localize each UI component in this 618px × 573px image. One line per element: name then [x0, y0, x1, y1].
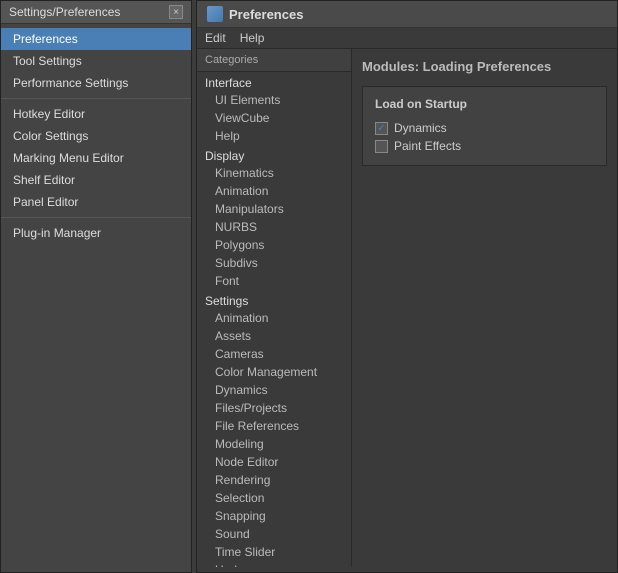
left-item-preferences[interactable]: Preferences	[1, 28, 191, 50]
checkbox-label-dynamics: Dynamics	[394, 121, 447, 135]
left-panel-items: PreferencesTool SettingsPerformance Sett…	[1, 24, 191, 248]
checkbox-dynamics[interactable]	[375, 122, 388, 135]
close-button[interactable]: ×	[169, 5, 183, 19]
content-area: Categories InterfaceUI ElementsViewCubeH…	[197, 49, 617, 567]
load-on-startup-section: Load on Startup Dynamics Paint Effects	[362, 86, 607, 166]
cat-item-font[interactable]: Font	[197, 272, 351, 290]
left-item-color-settings[interactable]: Color Settings	[1, 125, 191, 147]
cat-item-ui-elements[interactable]: UI Elements	[197, 91, 351, 109]
menu-item-edit[interactable]: Edit	[205, 31, 226, 45]
left-item-plug-in-manager[interactable]: Plug-in Manager	[1, 222, 191, 244]
cat-item-files/projects[interactable]: Files/Projects	[197, 399, 351, 417]
cat-item-manipulators[interactable]: Manipulators	[197, 200, 351, 218]
left-item-shelf-editor[interactable]: Shelf Editor	[1, 169, 191, 191]
left-item-panel-editor[interactable]: Panel Editor	[1, 191, 191, 213]
cat-item-node-editor[interactable]: Node Editor	[197, 453, 351, 471]
cat-item-undo[interactable]: Undo	[197, 561, 351, 567]
cat-group-interface[interactable]: Interface	[197, 72, 351, 91]
right-panel-title-text: Preferences	[229, 7, 303, 22]
right-panel-title: Preferences	[197, 1, 617, 28]
checkbox-paint-effects[interactable]	[375, 140, 388, 153]
cat-item-modeling[interactable]: Modeling	[197, 435, 351, 453]
cat-item-time-slider[interactable]: Time Slider	[197, 543, 351, 561]
cat-item-selection[interactable]: Selection	[197, 489, 351, 507]
cat-item-file-references[interactable]: File References	[197, 417, 351, 435]
menu-bar: Edit Help	[197, 28, 617, 49]
menu-item-help[interactable]: Help	[240, 31, 265, 45]
section-title: Modules: Loading Preferences	[362, 59, 607, 74]
cat-group-display[interactable]: Display	[197, 145, 351, 164]
left-item-performance-settings[interactable]: Performance Settings	[1, 72, 191, 94]
cat-item-sound[interactable]: Sound	[197, 525, 351, 543]
cat-item-polygons[interactable]: Polygons	[197, 236, 351, 254]
left-item-hotkey-editor[interactable]: Hotkey Editor	[1, 103, 191, 125]
cat-item-color-management[interactable]: Color Management	[197, 363, 351, 381]
checkbox-row-paint-effects: Paint Effects	[375, 137, 594, 155]
left-item-tool-settings[interactable]: Tool Settings	[1, 50, 191, 72]
checkbox-row-dynamics: Dynamics	[375, 119, 594, 137]
left-panel-title: Settings/Preferences ×	[1, 1, 191, 24]
main-content: Modules: Loading Preferences Load on Sta…	[352, 49, 617, 567]
cat-item-dynamics[interactable]: Dynamics	[197, 381, 351, 399]
close-icon: ×	[173, 7, 179, 18]
checkbox-label-paint-effects: Paint Effects	[394, 139, 461, 153]
left-panel-title-text: Settings/Preferences	[9, 5, 120, 19]
load-on-startup-title: Load on Startup	[375, 97, 594, 111]
cat-item-viewcube[interactable]: ViewCube	[197, 109, 351, 127]
categories-header: Categories	[197, 49, 351, 72]
cat-group-settings[interactable]: Settings	[197, 290, 351, 309]
cat-item-help[interactable]: Help	[197, 127, 351, 145]
left-item-marking-menu-editor[interactable]: Marking Menu Editor	[1, 147, 191, 169]
cat-item-animation[interactable]: Animation	[197, 309, 351, 327]
categories-column: Categories InterfaceUI ElementsViewCubeH…	[197, 49, 352, 567]
right-panel: Preferences Edit Help Categories Interfac…	[196, 0, 618, 573]
cat-item-subdivs[interactable]: Subdivs	[197, 254, 351, 272]
cat-item-animation[interactable]: Animation	[197, 182, 351, 200]
cat-item-cameras[interactable]: Cameras	[197, 345, 351, 363]
left-divider	[1, 98, 191, 99]
cat-item-kinematics[interactable]: Kinematics	[197, 164, 351, 182]
cat-item-nurbs[interactable]: NURBS	[197, 218, 351, 236]
cat-item-assets[interactable]: Assets	[197, 327, 351, 345]
left-divider	[1, 217, 191, 218]
cat-item-snapping[interactable]: Snapping	[197, 507, 351, 525]
left-panel: Settings/Preferences × PreferencesTool S…	[0, 0, 192, 573]
preferences-icon	[207, 6, 223, 22]
cat-item-rendering[interactable]: Rendering	[197, 471, 351, 489]
